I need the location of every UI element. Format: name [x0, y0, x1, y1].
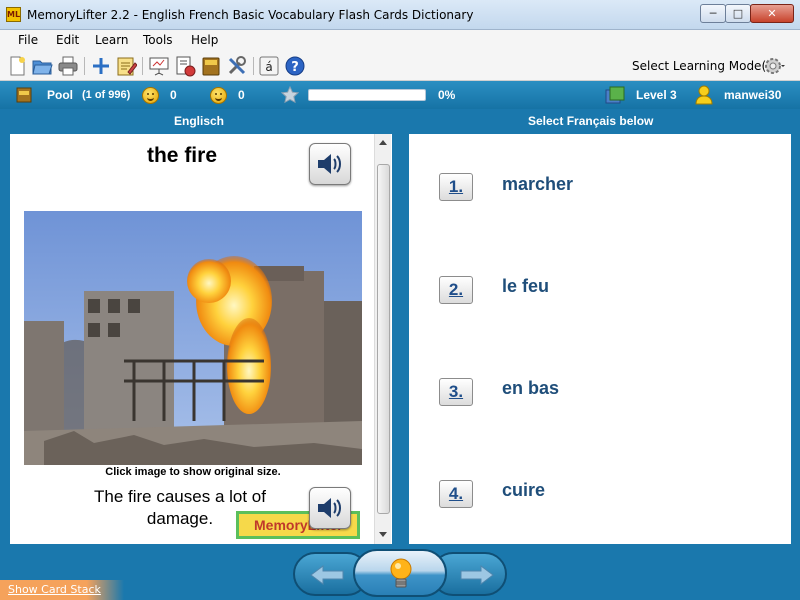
arrow-right-icon: [460, 565, 494, 585]
fire-scene-image: [24, 211, 362, 465]
show-card-stack-link[interactable]: Show Card Stack: [0, 580, 124, 600]
star-icon: [281, 86, 299, 104]
card-image[interactable]: [24, 211, 362, 465]
open-folder-icon[interactable]: [31, 55, 53, 77]
pool-box-icon[interactable]: [16, 87, 32, 103]
scroll-up-arrow[interactable]: [379, 140, 387, 145]
menu-file[interactable]: File: [18, 33, 38, 47]
play-sentence-audio-button[interactable]: [309, 487, 351, 529]
choice-2-button[interactable]: 2.: [439, 276, 473, 304]
user-icon: [695, 85, 713, 105]
image-caption: Click image to show original size.: [105, 466, 281, 478]
menu-learn[interactable]: Learn: [95, 33, 129, 47]
choice-3-button[interactable]: 3.: [439, 378, 473, 406]
progress-bar: [308, 89, 426, 101]
toolbar-separator: [142, 57, 143, 75]
card-statistics-icon[interactable]: [174, 55, 196, 77]
choice-1-text[interactable]: marcher: [502, 174, 573, 195]
learning-mode-gear-icon[interactable]: [763, 55, 785, 77]
scroll-down-arrow[interactable]: [379, 532, 387, 537]
menu-edit[interactable]: Edit: [56, 33, 79, 47]
choice-4-button[interactable]: 4.: [439, 480, 473, 508]
play-word-audio-button[interactable]: [309, 143, 351, 185]
toolbar-separator: [253, 57, 254, 75]
print-icon[interactable]: [57, 55, 79, 77]
wrong-count: 0: [238, 88, 245, 102]
hint-button[interactable]: [353, 549, 447, 597]
speaker-icon: [318, 498, 341, 518]
user-name: manwei30: [724, 88, 782, 102]
help-icon[interactable]: ?: [284, 55, 306, 77]
learning-mode-label[interactable]: Select Learning Mode(s): [632, 59, 777, 73]
minimize-button[interactable]: ─: [700, 4, 726, 23]
toolbar: á ? Select Learning Mode(s): [0, 51, 800, 81]
speaker-icon: [318, 154, 341, 174]
question-pane-scrollbar[interactable]: [374, 134, 391, 544]
maximize-icon: □: [732, 7, 744, 20]
lightbulb-icon: [390, 558, 412, 588]
new-file-icon[interactable]: [6, 55, 28, 77]
choice-3-text[interactable]: en bas: [502, 378, 559, 399]
choice-1-button[interactable]: 1.: [439, 173, 473, 201]
choice-4-text[interactable]: cuire: [502, 480, 545, 501]
maximize-button[interactable]: □: [725, 4, 751, 23]
tools-settings-icon[interactable]: [226, 55, 248, 77]
arrow-left-icon: [310, 565, 344, 585]
presentation-icon[interactable]: [148, 55, 170, 77]
edit-cards-icon[interactable]: [115, 55, 137, 77]
help-char: ?: [291, 60, 299, 75]
accent-char: á: [265, 60, 272, 74]
special-characters-icon[interactable]: á: [258, 55, 280, 77]
title-bar: ML MemoryLifter 2.2 - English French Bas…: [0, 0, 800, 30]
wrong-smiley-icon: [210, 87, 227, 104]
answer-language-header: Select Français below: [528, 114, 654, 128]
choice-2-text[interactable]: le feu: [502, 276, 549, 297]
menu-bar: File Edit Learn Tools Help: [0, 30, 800, 51]
minimize-icon: ─: [709, 7, 717, 20]
window-title: MemoryLifter 2.2 - English French Basic …: [27, 8, 474, 22]
menu-help[interactable]: Help: [191, 33, 218, 47]
add-card-icon[interactable]: [90, 55, 112, 77]
progress-percent: 0%: [438, 88, 456, 102]
correct-count: 0: [170, 88, 177, 102]
pool-count: (1 of 996): [82, 89, 131, 101]
level-label: Level 3: [636, 88, 677, 102]
scroll-thumb[interactable]: [377, 164, 390, 514]
question-language-header: Englisch: [174, 114, 225, 128]
toolbar-separator: [84, 57, 85, 75]
question-word: the fire: [146, 144, 217, 167]
show-card-stack-label[interactable]: Show Card Stack: [8, 583, 101, 596]
pool-label: Pool: [47, 88, 73, 102]
correct-smiley-icon: [142, 87, 159, 104]
app-logo-icon: ML: [6, 7, 21, 22]
close-button[interactable]: ✕: [750, 4, 794, 23]
close-icon: ✕: [767, 7, 777, 20]
dictionary-book-icon[interactable]: [200, 55, 222, 77]
level-stack-icon[interactable]: [604, 85, 626, 105]
menu-tools[interactable]: Tools: [143, 33, 173, 47]
